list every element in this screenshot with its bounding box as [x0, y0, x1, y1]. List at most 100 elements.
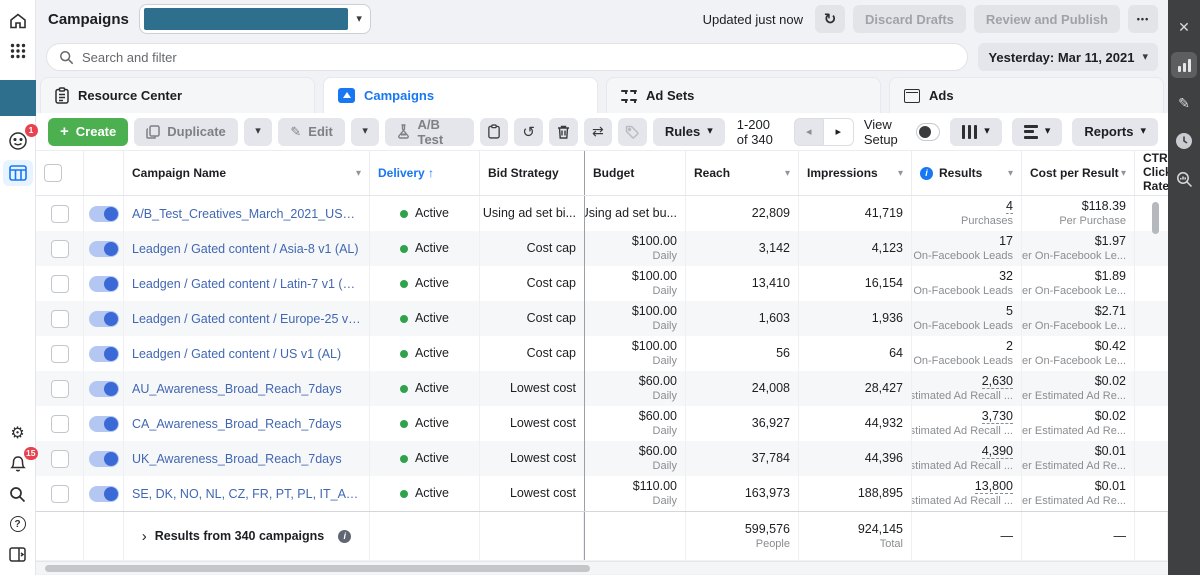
- prev-page-button[interactable]: ◂: [793, 117, 824, 146]
- apps-grid-icon[interactable]: [0, 36, 36, 66]
- tag-button[interactable]: [618, 117, 647, 146]
- charts-panel-icon[interactable]: [1171, 52, 1197, 78]
- delete-button[interactable]: [548, 117, 578, 146]
- breakdown-button[interactable]: ▾: [1011, 117, 1063, 146]
- row-checkbox[interactable]: [50, 484, 69, 503]
- row-checkbox[interactable]: [50, 274, 69, 293]
- row-checkbox[interactable]: [50, 239, 69, 258]
- discard-drafts-button[interactable]: Discard Drafts: [853, 5, 966, 33]
- campaign-active-toggle[interactable]: [88, 415, 119, 432]
- results-value[interactable]: 4: [1006, 198, 1013, 215]
- col-cost-per-result[interactable]: Cost per Result ▾: [1022, 151, 1135, 195]
- collapse-sidebar-icon[interactable]: [0, 539, 36, 569]
- col-ctr[interactable]: CTR Click Rate: [1135, 151, 1172, 195]
- sort-caret-icon[interactable]: ▾: [1008, 168, 1013, 179]
- results-value[interactable]: 13,800: [974, 478, 1013, 495]
- row-checkbox[interactable]: [50, 449, 69, 468]
- results-value[interactable]: 4,390: [981, 443, 1013, 460]
- horizontal-scrollbar-thumb[interactable]: [45, 565, 590, 572]
- edit-button[interactable]: ✎ Edit: [278, 117, 345, 146]
- ab-test-button[interactable]: A/B Test: [385, 117, 474, 147]
- campaign-active-toggle[interactable]: [88, 450, 119, 467]
- campaign-name-link[interactable]: CA_Awareness_Broad_Reach_7days: [132, 417, 361, 431]
- row-checkbox[interactable]: [50, 309, 69, 328]
- sort-caret-icon[interactable]: ▾: [356, 168, 361, 179]
- select-all-checkbox[interactable]: [44, 164, 62, 182]
- campaign-active-toggle[interactable]: [88, 205, 119, 222]
- campaign-name-link[interactable]: Leadgen / Gated content / US v1 (AL): [132, 347, 361, 361]
- notifications-bell-icon[interactable]: 15: [0, 447, 38, 479]
- vertical-scrollbar-thumb[interactable]: [1152, 202, 1159, 234]
- col-reach[interactable]: Reach ▾: [686, 151, 799, 195]
- campaign-name-link[interactable]: UK_Awareness_Broad_Reach_7days: [132, 452, 361, 466]
- row-checkbox[interactable]: [50, 414, 69, 433]
- next-page-button[interactable]: ▸: [823, 117, 854, 146]
- results-value[interactable]: 3,730: [981, 408, 1013, 425]
- columns-button[interactable]: ▾: [949, 117, 1002, 146]
- inspect-search-icon[interactable]: [1171, 166, 1197, 192]
- tab-ads[interactable]: Ads: [889, 77, 1164, 113]
- tab-campaigns[interactable]: Campaigns: [323, 77, 598, 113]
- row-checkbox[interactable]: [50, 379, 69, 398]
- info-icon[interactable]: i: [920, 166, 933, 180]
- col-impressions[interactable]: Impressions ▾: [799, 151, 912, 195]
- automated-rules-icon-button[interactable]: ⇄: [583, 117, 613, 146]
- col-delivery[interactable]: Delivery ↑: [370, 151, 480, 195]
- close-panel-icon[interactable]: ✕: [1171, 14, 1197, 40]
- sort-caret-icon[interactable]: ▾: [785, 168, 790, 179]
- create-button[interactable]: + Create: [48, 117, 129, 146]
- global-search-icon[interactable]: [0, 479, 36, 509]
- col-results[interactable]: i Results ▾: [912, 151, 1022, 195]
- campaign-name-link[interactable]: A/B_Test_Creatives_March_2021_US_Broad_.…: [132, 207, 361, 221]
- info-icon[interactable]: i: [338, 529, 352, 543]
- col-budget[interactable]: Budget: [584, 151, 686, 195]
- tab-ad-sets[interactable]: Ad Sets: [606, 77, 881, 113]
- tab-resource-center[interactable]: Resource Center: [40, 77, 315, 113]
- ads-manager-icon[interactable]: [2, 160, 33, 186]
- campaign-name-link[interactable]: SE, DK, NO, NL, CZ, FR, PT, PL, IT_Aware…: [132, 487, 361, 501]
- view-setup-toggle[interactable]: [916, 122, 940, 141]
- campaign-active-toggle[interactable]: [88, 275, 119, 292]
- review-publish-button[interactable]: Review and Publish: [973, 5, 1120, 33]
- footer-summary[interactable]: › Results from 340 campaigns i: [124, 512, 370, 560]
- duplicate-button[interactable]: Duplicate: [134, 117, 238, 146]
- account-selector[interactable]: ▾: [138, 4, 371, 34]
- home-icon[interactable]: [0, 6, 36, 36]
- chevron-right-icon[interactable]: ›: [142, 528, 147, 545]
- edit-panel-icon[interactable]: ✎: [1171, 90, 1197, 116]
- history-clock-icon[interactable]: [1171, 128, 1197, 154]
- undo-button[interactable]: ↺: [514, 117, 543, 146]
- budget-type: Daily: [652, 250, 677, 263]
- row-checkbox[interactable]: [50, 344, 69, 363]
- persona-icon[interactable]: 1: [0, 124, 38, 156]
- campaign-active-toggle[interactable]: [88, 345, 119, 362]
- account-avatar-redacted[interactable]: [0, 80, 36, 116]
- edit-caret-button[interactable]: ▾: [350, 117, 380, 146]
- search-input[interactable]: [82, 49, 956, 65]
- campaign-name-link[interactable]: Leadgen / Gated content / Europe-25 v1 (…: [132, 312, 361, 326]
- campaign-name-link[interactable]: Leadgen / Gated content / Asia-8 v1 (AL): [132, 242, 361, 256]
- horizontal-scrollbar[interactable]: [36, 561, 1168, 574]
- duplicate-caret-button[interactable]: ▾: [243, 117, 273, 146]
- paste-button[interactable]: [479, 117, 509, 146]
- rules-button[interactable]: Rules ▾: [652, 117, 725, 146]
- results-value[interactable]: 2,630: [981, 373, 1013, 390]
- col-campaign-name[interactable]: Campaign Name ▾: [124, 151, 370, 195]
- more-options-button[interactable]: •••: [1128, 5, 1158, 33]
- sort-caret-icon[interactable]: ▾: [898, 168, 903, 179]
- campaign-active-toggle[interactable]: [88, 240, 119, 257]
- campaign-active-toggle[interactable]: [88, 310, 119, 327]
- refresh-button[interactable]: ↻: [815, 5, 846, 33]
- col-bid-strategy[interactable]: Bid Strategy: [480, 151, 584, 195]
- campaign-name-link[interactable]: Leadgen / Gated content / Latin-7 v1 (AL…: [132, 277, 361, 291]
- campaign-name-link[interactable]: AU_Awareness_Broad_Reach_7days: [132, 382, 361, 396]
- reports-button[interactable]: Reports ▾: [1072, 117, 1158, 146]
- campaign-active-toggle[interactable]: [88, 380, 119, 397]
- sort-caret-icon[interactable]: ▾: [1121, 168, 1126, 179]
- help-icon[interactable]: ?: [0, 509, 36, 539]
- date-range-selector[interactable]: Yesterday: Mar 11, 2021 ▾: [978, 43, 1158, 71]
- campaign-active-toggle[interactable]: [88, 485, 119, 502]
- search-filter-bar[interactable]: [46, 43, 969, 71]
- row-checkbox[interactable]: [50, 204, 69, 223]
- settings-gear-icon[interactable]: ⚙: [0, 419, 36, 449]
